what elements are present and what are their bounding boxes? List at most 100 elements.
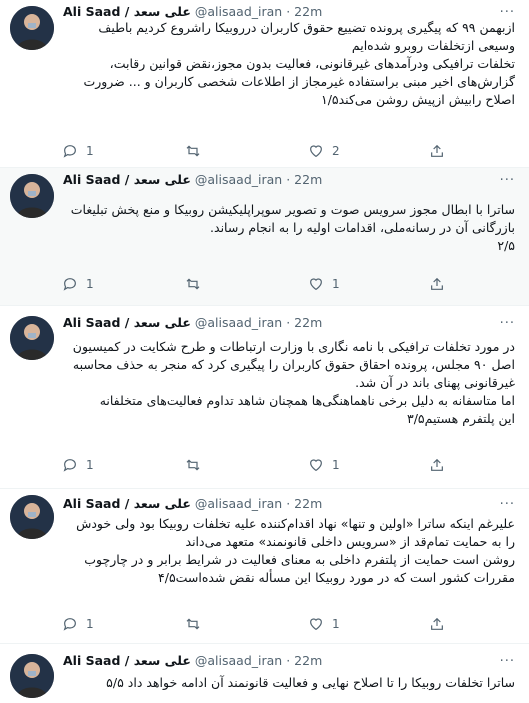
like-count: 1 xyxy=(332,617,340,631)
author-name[interactable]: Ali Saad / علی سعد xyxy=(63,653,191,668)
more-options-icon[interactable]: ... xyxy=(500,493,515,508)
separator: · xyxy=(286,496,291,511)
more-options-icon[interactable]: ... xyxy=(500,650,515,665)
tweet-text-line: اصلاح رابیش ازپیش روشن می‌کند۱/۵ xyxy=(320,92,515,107)
tweet-text-line: روشن است حمایت از پلتفرم داخلی به معنای … xyxy=(84,552,515,567)
separator: · xyxy=(286,4,291,19)
like-count: 1 xyxy=(332,458,340,472)
heart-icon xyxy=(310,459,322,472)
like-button[interactable]: 1 xyxy=(308,456,340,474)
tweet-text-line: غیرقانونی پهنای باند در آن شد. xyxy=(355,375,515,390)
reply-button[interactable]: 1 xyxy=(62,456,94,474)
tweet-text-line: اما متاسفانه به دلیل برخی ناهماهنگی‌ها ه… xyxy=(99,393,515,408)
avatar[interactable] xyxy=(10,174,54,218)
tweet-text-line: ۲/۵ xyxy=(497,238,515,253)
tweet-text: ساترا با ابطال مجوز سرویس صوت و تصویر سو… xyxy=(62,201,515,255)
tweet-text: ازبهمن ۹۹ که پیگیری پرونده تضییع حقوق کا… xyxy=(62,19,515,109)
reply-button[interactable]: 1 xyxy=(62,275,94,293)
timestamp[interactable]: 22m xyxy=(294,4,322,19)
separator: · xyxy=(286,172,291,187)
like-button[interactable]: 2 xyxy=(308,142,340,160)
retweet-icon xyxy=(186,278,200,290)
tweet-text-line: علیرغم اینکه ساترا «اولین و تنها» نهاد ا… xyxy=(76,516,515,531)
tweet-text-line: تخلفات ترافیکی ودرآمدهای غیرقانونی، فعال… xyxy=(109,56,515,71)
author-handle[interactable]: @alisaad_iran xyxy=(195,653,282,668)
reply-icon xyxy=(63,459,76,472)
avatar[interactable] xyxy=(10,495,54,539)
avatar[interactable] xyxy=(10,6,54,50)
like-count: 1 xyxy=(332,277,340,291)
more-options-icon[interactable]: ... xyxy=(500,1,515,16)
share-button[interactable] xyxy=(429,615,445,633)
reply-button[interactable]: 1 xyxy=(62,615,94,633)
share-button[interactable] xyxy=(429,142,445,160)
tweet-header: Ali Saad / علی سعد @alisaad_iran · 22m xyxy=(63,171,519,189)
tweet[interactable]: Ali Saad / علی سعد @alisaad_iran · 22m .… xyxy=(0,306,529,489)
retweet-icon xyxy=(186,618,200,630)
tweet-actions: 1 1 xyxy=(62,275,462,293)
like-button[interactable]: 1 xyxy=(308,275,340,293)
reply-count: 1 xyxy=(86,277,94,291)
tweet-text-line: بازرگانی آن در رسانه‌ملی، اقدامات اولیه … xyxy=(210,220,515,235)
reply-count: 1 xyxy=(86,617,94,631)
tweet[interactable]: Ali Saad / علی سعد @alisaad_iran · 22m .… xyxy=(0,0,529,168)
retweet-icon xyxy=(186,459,200,471)
tweet-text: در مورد تخلفات ترافیکی با نامه نگاری با … xyxy=(62,338,515,428)
reply-count: 1 xyxy=(86,144,94,158)
tweet[interactable]: Ali Saad / علی سعد @alisaad_iran · 22m .… xyxy=(0,168,529,306)
timestamp[interactable]: 22m xyxy=(294,496,322,511)
heart-icon xyxy=(310,145,322,158)
tweet-text-line: وسیعی ازتخلفات روبرو شده‌ایم xyxy=(351,38,515,53)
avatar[interactable] xyxy=(10,654,54,698)
tweet[interactable]: Ali Saad / علی سعد @alisaad_iran · 22m .… xyxy=(0,489,529,644)
author-name[interactable]: Ali Saad / علی سعد xyxy=(63,172,191,187)
reply-icon xyxy=(63,618,76,631)
tweet-text-line: ساترا تخلفات روبیکا را تا اصلاح نهایی و … xyxy=(106,675,515,690)
author-handle[interactable]: @alisaad_iran xyxy=(195,496,282,511)
tweet-text-line: در مورد تخلفات ترافیکی با نامه نگاری با … xyxy=(72,339,515,354)
tweet-actions: 1 1 xyxy=(62,615,462,633)
more-options-icon[interactable]: ... xyxy=(500,312,515,327)
tweet-text-line: ساترا با ابطال مجوز سرویس صوت و تصویر سو… xyxy=(70,202,515,217)
share-icon xyxy=(431,144,443,157)
timestamp[interactable]: 22m xyxy=(294,653,322,668)
retweet-button[interactable] xyxy=(185,615,209,633)
retweet-button[interactable] xyxy=(185,456,209,474)
tweet-text: علیرغم اینکه ساترا «اولین و تنها» نهاد ا… xyxy=(62,515,515,587)
share-icon xyxy=(431,617,443,630)
tweet-text-line: مقررات کشور است که در مورد روبیکا این مس… xyxy=(158,570,515,585)
retweet-button[interactable] xyxy=(185,142,209,160)
reply-icon xyxy=(63,278,76,291)
author-name[interactable]: Ali Saad / علی سعد xyxy=(63,496,191,511)
author-handle[interactable]: @alisaad_iran xyxy=(195,4,282,19)
tweet-header: Ali Saad / علی سعد @alisaad_iran · 22m xyxy=(63,495,519,513)
author-handle[interactable]: @alisaad_iran xyxy=(195,172,282,187)
share-icon xyxy=(431,277,443,290)
reply-icon xyxy=(63,145,76,158)
heart-icon xyxy=(310,618,322,631)
author-handle[interactable]: @alisaad_iran xyxy=(195,315,282,330)
retweet-button[interactable] xyxy=(185,275,209,293)
like-button[interactable]: 1 xyxy=(308,615,340,633)
reply-count: 1 xyxy=(86,458,94,472)
heart-icon xyxy=(310,278,322,291)
tweet-text-line: این پلتفرم هستیم۳/۵ xyxy=(406,411,515,426)
tweet-header: Ali Saad / علی سعد @alisaad_iran · 22m xyxy=(63,652,519,670)
more-options-icon[interactable]: ... xyxy=(500,169,515,184)
share-button[interactable] xyxy=(429,456,445,474)
tweet-actions: 1 2 xyxy=(62,142,462,160)
tweet-text-line: ازبهمن ۹۹ که پیگیری پرونده تضییع حقوق کا… xyxy=(98,20,515,35)
author-name[interactable]: Ali Saad / علی سعد xyxy=(63,315,191,330)
author-name[interactable]: Ali Saad / علی سعد xyxy=(63,4,191,19)
share-icon xyxy=(431,458,443,471)
timestamp[interactable]: 22m xyxy=(294,315,322,330)
reply-button[interactable]: 1 xyxy=(62,142,94,160)
share-button[interactable] xyxy=(429,275,445,293)
tweet-header: Ali Saad / علی سعد @alisaad_iran · 22m xyxy=(63,314,519,332)
avatar[interactable] xyxy=(10,316,54,360)
retweet-icon xyxy=(186,145,200,157)
separator: · xyxy=(286,315,291,330)
tweet[interactable]: Ali Saad / علی سعد @alisaad_iran · 22m .… xyxy=(0,644,529,703)
timestamp[interactable]: 22m xyxy=(294,172,322,187)
tweet-actions: 1 1 xyxy=(62,456,462,474)
